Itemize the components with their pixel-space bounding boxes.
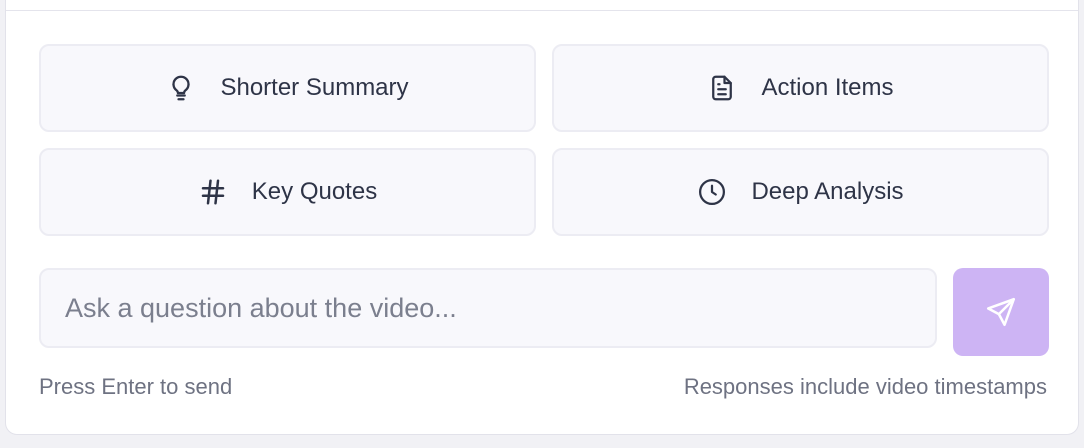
key-quotes-button[interactable]: Key Quotes bbox=[39, 148, 536, 236]
divider bbox=[6, 10, 1078, 11]
shorter-summary-button[interactable]: Shorter Summary bbox=[39, 44, 536, 132]
chat-panel: Shorter Summary Action Items Key Quotes … bbox=[5, 0, 1079, 435]
lightbulb-icon bbox=[166, 73, 196, 103]
clock-icon bbox=[697, 177, 727, 207]
question-input-wrapper bbox=[39, 268, 937, 348]
send-button[interactable] bbox=[953, 268, 1049, 356]
document-icon bbox=[707, 73, 737, 103]
timestamps-hint: Responses include video timestamps bbox=[683, 374, 1047, 399]
enter-hint: Press Enter to send bbox=[39, 374, 233, 399]
quick-actions-grid: Shorter Summary Action Items Key Quotes … bbox=[39, 44, 1049, 236]
action-items-button[interactable]: Action Items bbox=[552, 44, 1049, 132]
action-items-label: Action Items bbox=[761, 74, 894, 101]
send-icon bbox=[984, 295, 1018, 329]
hash-icon bbox=[198, 177, 228, 207]
deep-analysis-label: Deep Analysis bbox=[751, 178, 904, 205]
key-quotes-label: Key Quotes bbox=[251, 178, 378, 205]
deep-analysis-button[interactable]: Deep Analysis bbox=[552, 148, 1049, 236]
shorter-summary-label: Shorter Summary bbox=[220, 74, 409, 101]
question-input[interactable] bbox=[41, 270, 935, 346]
